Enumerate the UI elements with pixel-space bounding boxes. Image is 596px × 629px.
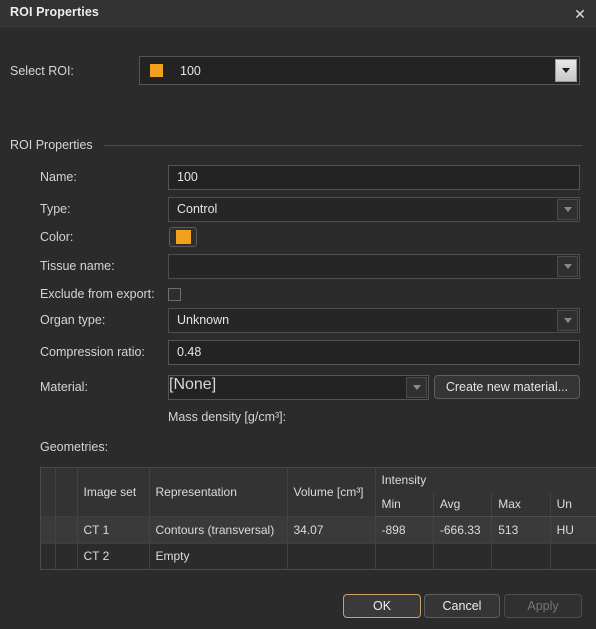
chevron-down-glyph (563, 318, 572, 323)
table-row[interactable]: CT 2 Empty (41, 542, 596, 569)
cell-volume (287, 542, 376, 569)
compression-ratio-value: 0.48 (177, 345, 202, 359)
th-intensity-unit[interactable]: Un (550, 492, 596, 517)
chevron-down-glyph (412, 385, 421, 390)
chevron-down-glyph (562, 68, 570, 73)
th-volume[interactable]: Volume [cm³] (287, 468, 376, 516)
cell-representation: Empty (149, 542, 288, 569)
create-new-material-button[interactable]: Create new material... (434, 375, 580, 399)
tissue-name-combobox[interactable] (168, 254, 580, 279)
cell-intensity-min: -898 (375, 515, 434, 543)
th-intensity-min[interactable]: Min (375, 492, 434, 517)
color-swatch-icon (175, 230, 191, 244)
cell-volume: 34.07 (287, 515, 376, 543)
chevron-down-glyph (563, 264, 572, 269)
cell-representation: Contours (transversal) (149, 515, 288, 543)
group-divider (104, 145, 582, 146)
color-picker-button[interactable] (169, 227, 197, 247)
field-row-name: Name: 100 (0, 165, 596, 192)
field-row-geometries: Geometries: (0, 440, 596, 458)
organ-type-combobox[interactable]: Unknown (168, 308, 580, 333)
cell-image-set: CT 2 (77, 542, 150, 569)
cell-intensity-max: 513 (491, 515, 551, 543)
field-row-compression-ratio: Compression ratio: 0.48 (0, 340, 596, 367)
type-label: Type: (40, 202, 71, 216)
cell-intensity-unit: HU (550, 515, 596, 543)
field-row-material: Material: [None] Create new material... (0, 375, 596, 402)
name-value: 100 (177, 170, 198, 184)
th-icon[interactable] (55, 468, 78, 516)
mass-density-label: Mass density [g/cm³]: (168, 410, 287, 424)
select-roi-row: Select ROI: 100 (0, 56, 596, 90)
chevron-down-glyph (563, 207, 572, 212)
cell-image-set: CT 1 (77, 515, 150, 543)
dialog-footer: OK Cancel Apply (0, 594, 596, 629)
geometries-table[interactable]: Image set Representation Volume [cm³] In… (40, 467, 596, 570)
cell-intensity-avg: -666.33 (433, 515, 493, 543)
th-representation[interactable]: Representation (149, 468, 288, 516)
cell-intensity-max (491, 542, 551, 569)
exclude-from-export-label: Exclude from export: (40, 287, 155, 301)
tissue-name-label: Tissue name: (40, 259, 115, 273)
table-body: CT 1 Contours (transversal) 34.07 -898 -… (41, 515, 596, 569)
field-row-mass-density: Mass density [g/cm³]: (0, 410, 596, 428)
table-header: Image set Representation Volume [cm³] In… (41, 468, 596, 517)
chevron-down-icon[interactable] (557, 310, 578, 331)
th-intensity-avg[interactable]: Avg (433, 492, 493, 517)
field-row-exclude-from-export: Exclude from export: (0, 286, 596, 306)
geometries-label: Geometries: (40, 440, 109, 454)
chevron-down-icon[interactable] (557, 199, 578, 220)
th-intensity-group[interactable]: Intensity (375, 468, 596, 492)
cell-icon (55, 515, 78, 543)
compression-ratio-input[interactable]: 0.48 (168, 340, 580, 365)
name-label: Name: (40, 170, 77, 184)
th-image-set[interactable]: Image set (77, 468, 150, 516)
dialog-title: ROI Properties (10, 5, 99, 19)
table-header-group-row: Image set Representation Volume [cm³] In… (41, 468, 596, 516)
cell-intensity-avg (433, 542, 493, 569)
select-roi-value: 100 (180, 63, 201, 78)
material-combobox[interactable]: [None] (168, 375, 429, 400)
cancel-button[interactable]: Cancel (424, 594, 500, 618)
cell-select[interactable] (41, 542, 56, 569)
cell-select[interactable] (41, 515, 56, 543)
select-roi-combobox[interactable]: 100 (139, 56, 580, 85)
chevron-down-icon[interactable] (557, 256, 578, 277)
field-row-type: Type: Control (0, 197, 596, 224)
close-icon[interactable]: ✕ (570, 4, 590, 24)
roi-color-swatch-icon (150, 64, 163, 77)
th-intensity-max[interactable]: Max (491, 492, 551, 517)
type-combobox[interactable]: Control (168, 197, 580, 222)
exclude-from-export-checkbox[interactable] (168, 288, 181, 301)
ok-button[interactable]: OK (343, 594, 421, 618)
organ-type-value: Unknown (177, 313, 230, 327)
material-value: [None] (169, 376, 217, 393)
dialog-body: Select ROI: 100 ROI Properties Name: 100… (0, 27, 596, 629)
chevron-down-icon[interactable] (555, 59, 577, 82)
material-label: Material: (40, 380, 88, 394)
group-title-roi-properties: ROI Properties (10, 138, 99, 152)
field-row-tissue-name: Tissue name: (0, 254, 596, 281)
cell-intensity-unit (550, 542, 596, 569)
compression-ratio-label: Compression ratio: (40, 345, 145, 359)
organ-type-label: Organ type: (40, 313, 106, 327)
th-select[interactable] (41, 468, 56, 516)
field-row-color: Color: (0, 227, 596, 251)
field-row-organ-type: Organ type: Unknown (0, 308, 596, 335)
name-input[interactable]: 100 (168, 165, 580, 190)
cell-icon (55, 542, 78, 569)
select-roi-label: Select ROI: (10, 64, 74, 78)
apply-button: Apply (504, 594, 582, 618)
table-row[interactable]: CT 1 Contours (transversal) 34.07 -898 -… (41, 515, 596, 543)
dialog-titlebar: ROI Properties ✕ (0, 0, 596, 27)
cell-intensity-min (375, 542, 434, 569)
chevron-down-icon[interactable] (406, 377, 427, 398)
color-label: Color: (40, 230, 74, 244)
type-value: Control (177, 202, 218, 216)
